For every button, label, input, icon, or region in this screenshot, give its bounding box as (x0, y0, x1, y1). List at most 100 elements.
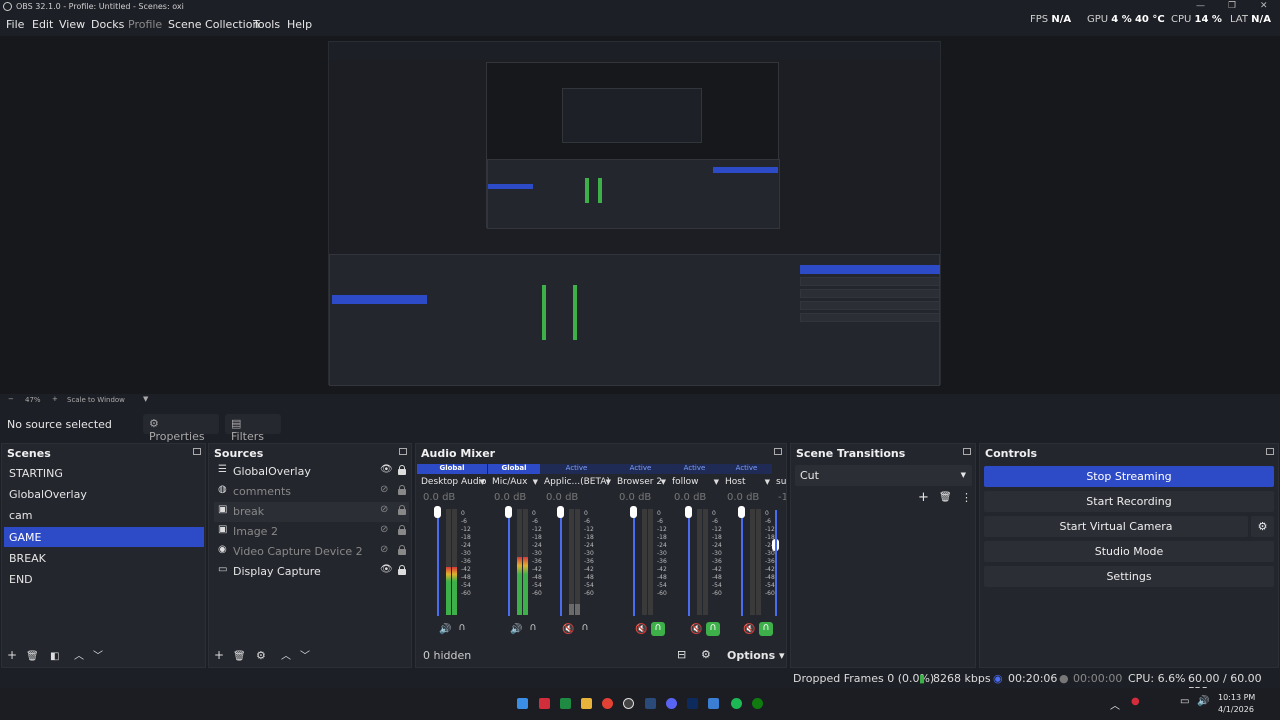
transition-select[interactable]: Cut ▼ (795, 465, 972, 486)
headphones-icon[interactable]: ∩ (651, 622, 665, 636)
scene-item[interactable]: BREAK (4, 548, 204, 568)
virtual-camera-settings-button[interactable]: ⚙ (1251, 516, 1274, 537)
eye-hidden-icon[interactable]: ⊘ (380, 544, 388, 555)
studio-mode-button[interactable]: Studio Mode (984, 541, 1274, 562)
scene-item[interactable]: GlobalOverlay (4, 484, 204, 504)
eye-hidden-icon[interactable]: ⊘ (380, 484, 388, 495)
folder-icon[interactable] (581, 698, 592, 709)
more-icon[interactable]: ⋮ (961, 491, 972, 504)
zoom-out-button[interactable]: − (8, 395, 14, 403)
menu-tools[interactable]: Tools (253, 18, 280, 31)
speaker-icon[interactable]: 🔊 (439, 624, 451, 635)
float-icon[interactable] (1266, 448, 1274, 455)
photoshop-icon[interactable] (687, 698, 698, 709)
lock-icon[interactable] (398, 465, 406, 475)
gear-icon[interactable]: ⚙ (256, 649, 266, 662)
scene-item[interactable]: cam (4, 505, 204, 525)
headphones-icon[interactable]: ∩ (526, 622, 540, 636)
muted-speaker-icon[interactable]: 🔇 (743, 624, 755, 635)
channel-name[interactable]: Browser 2 (617, 477, 662, 487)
chevron-down-icon[interactable]: ▼ (714, 478, 719, 486)
float-icon[interactable] (963, 448, 971, 455)
channel-name[interactable]: Desktop Audio (421, 477, 487, 487)
trash-icon[interactable]: 🗑 (26, 651, 39, 662)
obs-taskbar-icon[interactable] (623, 698, 634, 709)
clock-date[interactable]: 4/1/2026 (1218, 705, 1254, 714)
source-item[interactable]: ▣ Image 2 ⊘ (214, 522, 409, 542)
layout-icon[interactable]: ⊟ (677, 648, 686, 661)
scene-item[interactable]: END (4, 569, 204, 589)
source-item[interactable]: ◍ comments ⊘ (214, 482, 409, 502)
menu-profile[interactable]: Profile (128, 18, 162, 31)
settings-button[interactable]: Settings (984, 566, 1274, 587)
filter-icon[interactable]: ◧ (50, 651, 59, 662)
menu-view[interactable]: View (59, 18, 85, 31)
start-recording-button[interactable]: Start Recording (984, 491, 1274, 512)
menu-help[interactable]: Help (287, 18, 312, 31)
trash-icon[interactable]: 🗑 (939, 492, 952, 503)
properties-button[interactable]: ⚙ Properties (143, 414, 219, 443)
preview-canvas[interactable] (328, 41, 941, 386)
fader-handle[interactable] (557, 506, 564, 518)
scene-item[interactable]: STARTING (4, 463, 204, 483)
muted-speaker-icon[interactable]: 🔇 (635, 624, 647, 635)
headphones-icon[interactable]: ∩ (455, 622, 469, 636)
channel-name[interactable]: Applic...(BETA) (544, 477, 610, 487)
lock-icon[interactable] (398, 525, 406, 535)
scene-item-selected[interactable]: GAME (4, 527, 204, 547)
headphones-icon[interactable]: ∩ (578, 622, 592, 636)
headphones-icon[interactable]: ∩ (706, 622, 720, 636)
source-item[interactable]: ☰ GlobalOverlay 👁 (214, 462, 409, 482)
fader-handle[interactable] (434, 506, 441, 518)
network-icon[interactable]: ▭ (1180, 696, 1189, 707)
excel-icon[interactable] (560, 698, 571, 709)
move-down-icon[interactable]: ﹀ (300, 647, 310, 662)
start-virtual-camera-button[interactable]: Start Virtual Camera (984, 516, 1248, 537)
float-icon[interactable] (399, 448, 407, 455)
fader-handle[interactable] (685, 506, 692, 518)
eye-icon[interactable]: 👁 (380, 564, 393, 575)
xbox-icon[interactable] (752, 698, 763, 709)
menu-scene-collection[interactable]: Scene Collection (168, 18, 259, 31)
volume-fader[interactable] (508, 510, 510, 616)
muted-speaker-icon[interactable]: 🔇 (690, 624, 702, 635)
lock-icon[interactable] (398, 545, 406, 555)
minimize-icon[interactable]: — (1196, 1, 1205, 11)
fader-handle[interactable] (505, 506, 512, 518)
restore-icon[interactable]: ❐ (1228, 1, 1236, 11)
speaker-icon[interactable]: 🔊 (510, 624, 522, 635)
chevron-down-icon[interactable]: ▼ (143, 395, 148, 403)
headphones-icon[interactable]: ∩ (759, 622, 773, 636)
add-icon[interactable]: + (214, 648, 224, 662)
eye-icon[interactable]: 👁 (380, 464, 393, 475)
zoom-in-button[interactable]: + (52, 395, 58, 403)
volume-fader[interactable] (560, 510, 562, 616)
volume-fader[interactable] (633, 510, 635, 616)
fader-handle[interactable] (738, 506, 745, 518)
lock-icon[interactable] (398, 485, 406, 495)
menu-file[interactable]: File (6, 18, 24, 31)
chevron-down-icon[interactable]: ▼ (606, 478, 611, 486)
channel-name[interactable]: Host (725, 477, 746, 487)
clock-time[interactable]: 10:13 PM (1218, 693, 1255, 702)
eye-hidden-icon[interactable]: ⊘ (380, 524, 388, 535)
float-icon[interactable] (193, 448, 201, 455)
spotify-icon[interactable] (731, 698, 742, 709)
channel-name[interactable]: follow (672, 477, 699, 487)
channel-name[interactable]: Mic/Aux (492, 477, 527, 487)
add-icon[interactable]: + (918, 490, 929, 505)
float-icon[interactable] (774, 448, 782, 455)
tray-chevron-icon[interactable]: ︿ (1110, 697, 1120, 712)
source-item[interactable]: ◉ Video Capture Device 2 ⊘ (214, 542, 409, 562)
fader-handle[interactable] (630, 506, 637, 518)
acrobat-icon[interactable] (539, 698, 550, 709)
options-button[interactable]: Options ▾ (727, 649, 785, 662)
source-item[interactable]: ▭ Display Capture 👁 (214, 562, 409, 582)
chrome-icon[interactable] (602, 698, 613, 709)
app-icon[interactable] (708, 698, 719, 709)
mixer-settings-icon[interactable]: ⚙ (701, 648, 711, 661)
trash-icon[interactable]: 🗑 (233, 651, 246, 662)
chevron-down-icon[interactable]: ▼ (661, 478, 666, 486)
move-down-icon[interactable]: ﹀ (93, 647, 103, 662)
lock-icon[interactable] (398, 565, 406, 575)
